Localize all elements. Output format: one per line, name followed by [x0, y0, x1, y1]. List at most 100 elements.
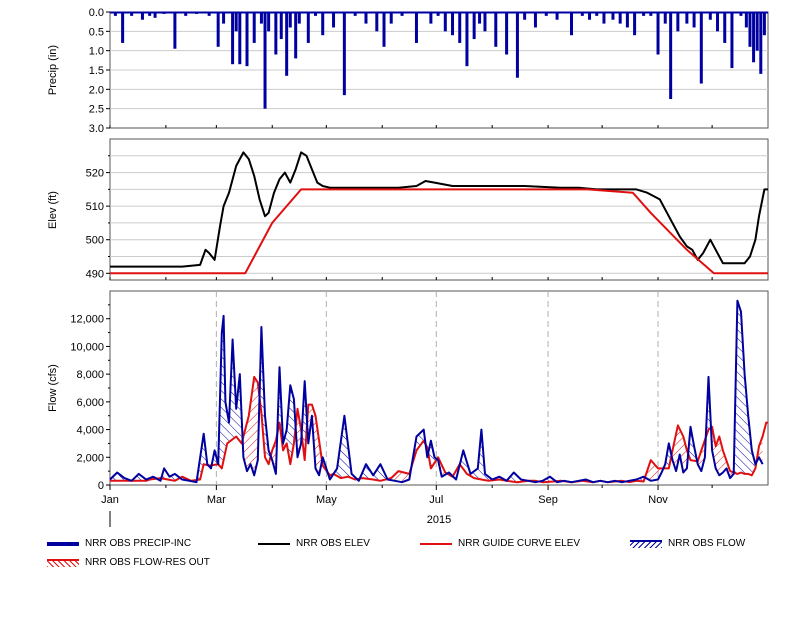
- precip-bar: [195, 12, 199, 14]
- precip-bar: [588, 12, 592, 20]
- precip-bar: [332, 12, 336, 28]
- precip-bar: [267, 12, 271, 32]
- precip-bar: [274, 12, 278, 55]
- x-month-label: Jul: [429, 494, 443, 506]
- precip-bar: [342, 12, 346, 96]
- elev-tick-label: 510: [86, 201, 104, 213]
- precip-bar: [676, 12, 680, 32]
- precip-bar: [656, 12, 660, 55]
- precip-bar: [389, 12, 393, 24]
- precip-bar: [314, 12, 318, 16]
- precip-bar: [533, 12, 537, 28]
- elev-tick-label: 520: [86, 168, 104, 180]
- precip-bar: [465, 12, 469, 67]
- precip-bar: [222, 12, 226, 24]
- precip-bar: [306, 12, 310, 43]
- flow-tick-label: 2,000: [76, 452, 104, 464]
- precip-bar: [523, 12, 527, 20]
- precip-bar: [663, 12, 667, 24]
- precip-bar: [231, 12, 235, 65]
- precip-bar: [458, 12, 462, 43]
- precip-tick-label: 2.0: [89, 84, 104, 96]
- precip-bar: [321, 12, 325, 36]
- precip-bar: [472, 12, 476, 40]
- precip-bar: [429, 12, 433, 24]
- legend-item-guide: NRR GUIDE CURVE ELEV: [420, 538, 580, 549]
- precip-bar: [699, 12, 703, 84]
- legend-swatch-precip: [47, 541, 79, 546]
- precip-bar: [353, 12, 357, 16]
- precip-bar: [515, 12, 519, 78]
- x-month-label: Jan: [101, 494, 119, 506]
- precip-bar: [716, 12, 720, 32]
- precip-bar: [216, 12, 220, 47]
- precip-bar: [483, 12, 487, 32]
- flow-tick-label: 12,000: [70, 314, 104, 326]
- precip-bar: [625, 12, 629, 28]
- precip-bar: [752, 12, 756, 63]
- precip-bar: [288, 12, 292, 28]
- elev-tick-label: 500: [86, 235, 104, 247]
- precip-bar: [436, 12, 440, 16]
- precip-bar: [744, 12, 748, 28]
- x-month-label: Mar: [207, 494, 226, 506]
- precip-tick-label: 2.5: [89, 104, 104, 116]
- precip-bar: [451, 12, 455, 36]
- precip-bar: [739, 12, 743, 16]
- year-label: 2015: [427, 514, 451, 526]
- precip-bar: [173, 12, 177, 49]
- precip-axis-label: Precip (in): [47, 45, 59, 95]
- precip-tick-label: 1.5: [89, 65, 104, 77]
- precip-bar: [252, 12, 256, 43]
- precip-bar: [692, 12, 696, 28]
- precip-bar: [148, 12, 152, 16]
- legend-label-elev: NRR OBS ELEV: [296, 538, 370, 549]
- precip-bar: [443, 12, 447, 32]
- precip-bar: [494, 12, 498, 47]
- x-month-label: Sep: [538, 494, 558, 506]
- precip-bar: [611, 12, 615, 20]
- flow-tick-label: 6,000: [76, 397, 104, 409]
- precip-bar: [121, 12, 125, 43]
- precip-bar: [505, 12, 509, 55]
- precip-bar: [140, 12, 144, 20]
- precip-bar: [595, 12, 599, 16]
- legend-swatch-resout: [47, 558, 79, 567]
- precip-bar: [263, 12, 267, 109]
- flow-tick-label: 4,000: [76, 425, 104, 437]
- precip-bar: [294, 12, 298, 59]
- precip-bar: [153, 12, 157, 18]
- elev-axis-label: Elev (ft): [47, 191, 59, 229]
- precip-bar: [234, 12, 238, 32]
- precip-bar: [759, 12, 763, 74]
- flow-tick-label: 10,000: [70, 341, 104, 353]
- legend-item-elev: NRR OBS ELEV: [258, 538, 370, 549]
- precip-tick-label: 0.5: [89, 26, 104, 38]
- legend-item-precip: NRR OBS PRECIP-INC: [47, 538, 191, 549]
- precip-bar: [762, 12, 766, 36]
- precip-bar: [618, 12, 622, 24]
- precip-bar: [478, 12, 482, 24]
- precip-bar: [580, 12, 584, 16]
- x-month-label: Nov: [648, 494, 668, 506]
- precip-bar: [162, 12, 166, 14]
- legend-item-flow: NRR OBS FLOW: [630, 538, 745, 549]
- legend-label-guide: NRR GUIDE CURVE ELEV: [458, 538, 581, 549]
- precip-bar: [259, 12, 263, 24]
- x-month-label: May: [316, 494, 337, 506]
- precip-bar: [364, 12, 368, 24]
- precip-bar: [238, 12, 242, 65]
- precip-bar: [570, 12, 574, 36]
- legend-label-flow: NRR OBS FLOW: [668, 538, 746, 549]
- precip-bar: [544, 12, 548, 16]
- precip-bar: [297, 12, 301, 24]
- precip-bar: [555, 12, 559, 20]
- precip-bar: [755, 12, 759, 51]
- flow-tick-label: 8,000: [76, 369, 104, 381]
- precip-bar: [730, 12, 734, 69]
- legend-swatch-flow: [630, 539, 662, 548]
- elev-panel-frame: [109, 138, 769, 281]
- precip-bar: [207, 12, 211, 16]
- precip-bar: [708, 12, 712, 20]
- precip-bar: [633, 12, 637, 36]
